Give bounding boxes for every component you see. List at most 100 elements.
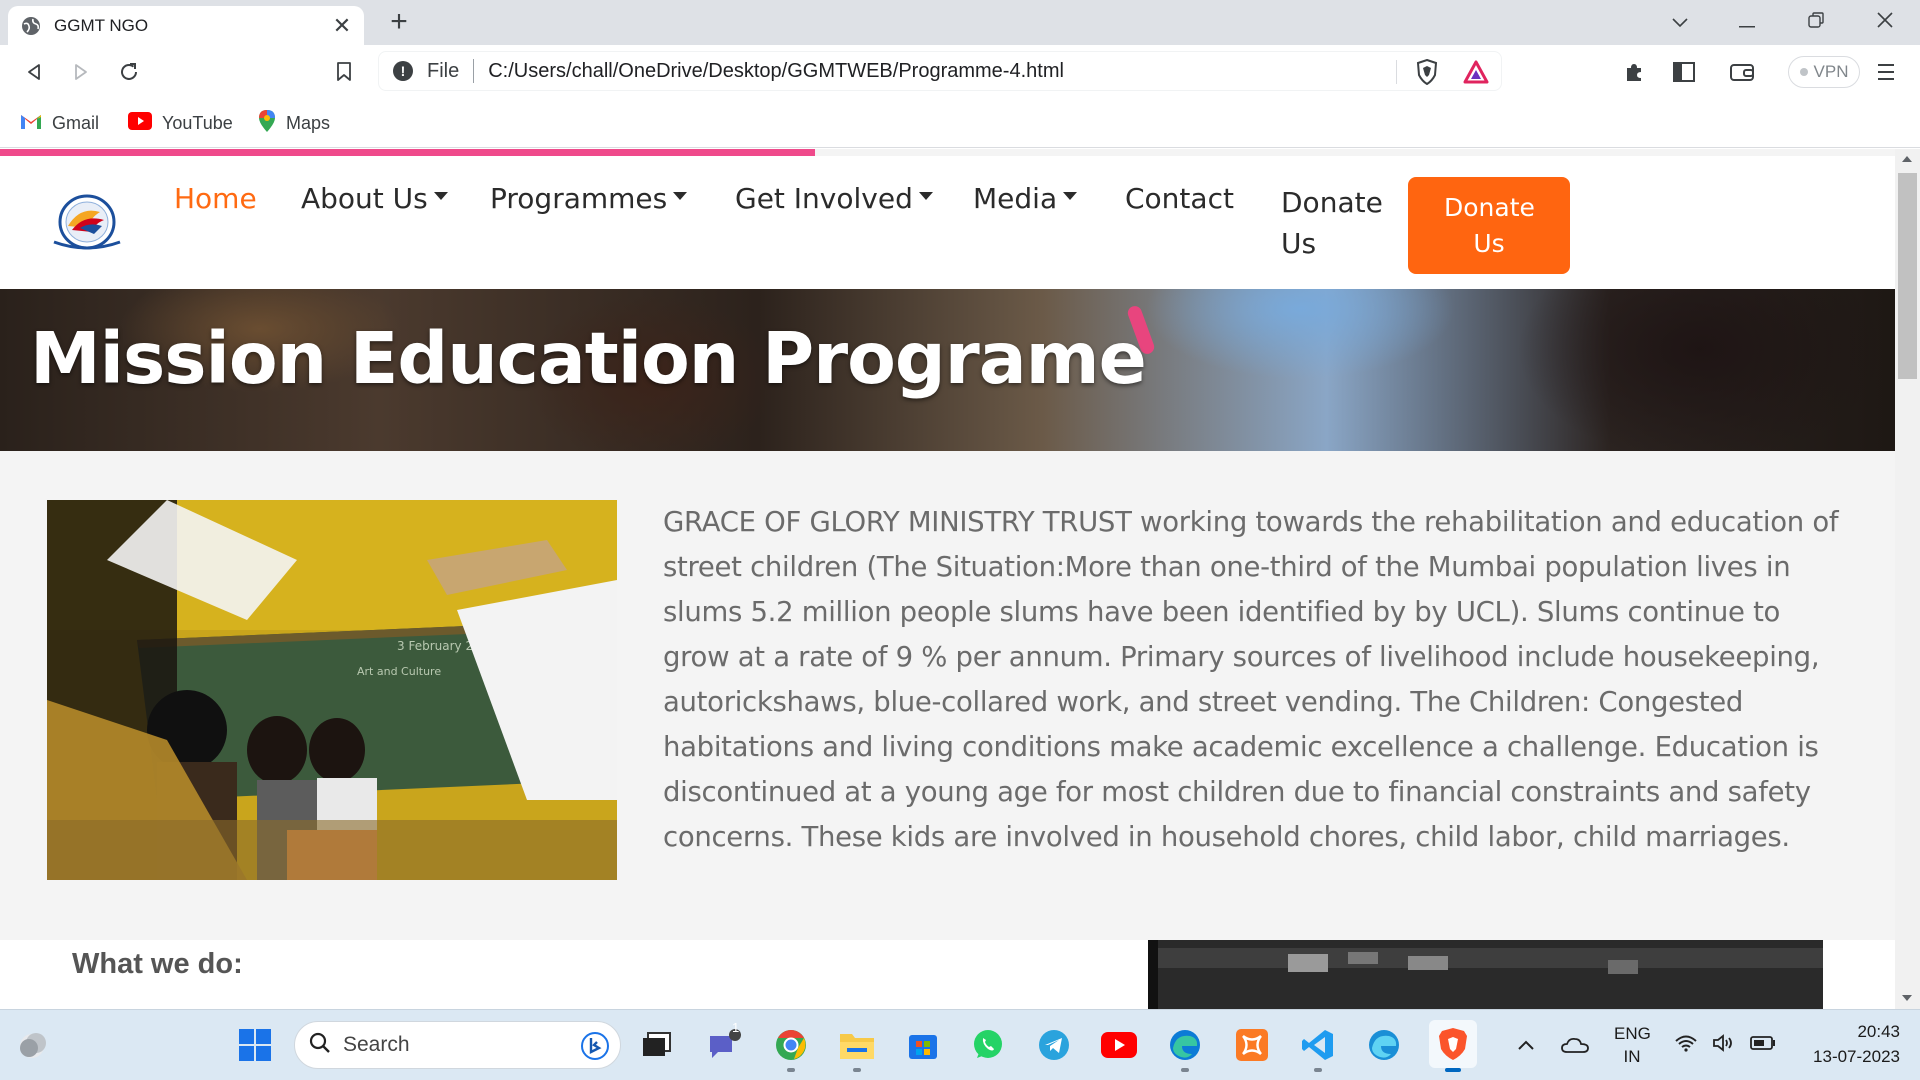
new-tab-button[interactable]: + — [384, 7, 414, 38]
omnibox-divider — [1396, 60, 1397, 84]
browser-tab-bar: GGMT NGO ✕ + — [0, 0, 1920, 45]
nav-media-label: Media — [973, 182, 1058, 215]
nav-programmes-label: Programmes — [490, 182, 668, 215]
task-view-icon[interactable] — [636, 1024, 678, 1066]
bing-chat-icon[interactable] — [580, 1031, 610, 1066]
scroll-progress-bar — [0, 149, 815, 156]
web-page: Home About Us Programmes Get Involved Me… — [0, 149, 1895, 1009]
nav-donate-link[interactable]: Donate Us — [1281, 182, 1391, 264]
back-icon[interactable] — [20, 58, 48, 86]
vpn-status-dot — [1799, 68, 1808, 76]
wallet-icon[interactable] — [1728, 58, 1756, 86]
menu-icon[interactable] — [1872, 58, 1900, 86]
chat-badge-count: 1 — [732, 1020, 740, 1035]
tab-search-chevron-icon[interactable] — [1660, 8, 1700, 36]
brave-shields-icon[interactable] — [1415, 58, 1439, 90]
what-we-do-section: What we do: — [0, 940, 1895, 1009]
site-logo[interactable] — [50, 192, 124, 255]
url-scheme: File — [427, 59, 460, 82]
caret-down-icon — [1063, 192, 1078, 200]
running-indicator — [1181, 1068, 1189, 1072]
system-tray-status[interactable] — [1670, 1024, 1780, 1066]
restore-window-icon[interactable] — [1796, 8, 1836, 36]
gmail-icon — [20, 112, 42, 135]
taskbar-search-label: Search — [343, 1033, 410, 1056]
extensions-icon[interactable] — [1620, 58, 1648, 86]
language-code: ENG — [1614, 1024, 1651, 1043]
scrollbar-thumb[interactable] — [1898, 173, 1917, 379]
running-indicator — [787, 1068, 795, 1072]
browser-tab[interactable]: GGMT NGO ✕ — [8, 6, 364, 45]
svg-text:Art and Culture: Art and Culture — [357, 665, 441, 678]
bookmark-maps[interactable]: Maps — [258, 109, 330, 137]
edge-icon[interactable] — [1164, 1024, 1206, 1066]
edge-dev-icon[interactable] — [1363, 1024, 1405, 1066]
caret-down-icon — [673, 192, 688, 200]
caret-down-icon — [918, 192, 933, 200]
start-button-icon[interactable] — [234, 1024, 276, 1066]
bookmark-label: Gmail — [52, 112, 100, 133]
teams-chat-icon[interactable]: 1 — [703, 1020, 745, 1066]
windows-taskbar: Search 1 ENG IN 20:43 13-07-2023 — [0, 1009, 1920, 1080]
volume-icon — [1712, 1033, 1736, 1057]
maps-icon — [258, 109, 276, 138]
section-heading: What we do: — [72, 948, 243, 980]
brave-browser-icon[interactable] — [1429, 1020, 1477, 1068]
whatsapp-icon[interactable] — [967, 1024, 1009, 1066]
what-we-do-photo — [1148, 940, 1823, 1009]
wifi-icon — [1674, 1034, 1698, 1057]
language-indicator[interactable]: ENG IN — [1614, 1024, 1651, 1067]
running-indicator — [1314, 1068, 1322, 1072]
page-title: Mission Education Programe — [30, 317, 1147, 400]
vpn-button[interactable]: VPN — [1788, 56, 1860, 88]
close-window-icon[interactable] — [1865, 8, 1905, 36]
vscode-icon[interactable] — [1297, 1024, 1339, 1066]
onedrive-icon[interactable] — [1554, 1024, 1596, 1066]
bookmarks-bar: Gmail YouTube Maps — [0, 99, 1920, 148]
page-scrollbar[interactable] — [1895, 149, 1920, 1009]
file-explorer-icon[interactable] — [836, 1024, 878, 1066]
nav-home-link[interactable]: Home — [174, 182, 257, 215]
bookmark-label: YouTube — [162, 112, 233, 133]
bookmark-label: Maps — [286, 112, 331, 133]
donate-button[interactable]: Donate Us — [1408, 177, 1570, 274]
url-text[interactable]: C:/Users/chall/OneDrive/Desktop/GGMTWEB/… — [488, 60, 1064, 83]
donate-button-label: Donate Us — [1444, 192, 1535, 258]
microsoft-store-icon[interactable] — [902, 1024, 944, 1066]
nav-get-involved-label: Get Involved — [735, 182, 913, 215]
chrome-icon[interactable] — [770, 1024, 812, 1066]
taskbar-search-box[interactable]: Search — [294, 1021, 621, 1069]
address-bar[interactable]: ! File C:/Users/chall/OneDrive/Desktop/G… — [378, 51, 1502, 91]
close-tab-icon[interactable]: ✕ — [330, 13, 354, 39]
programme-description: GRACE OF GLORY MINISTRY TRUST working to… — [663, 506, 1839, 853]
globe-icon — [20, 15, 42, 37]
hero-banner: Mission Education Programe — [0, 289, 1895, 451]
brave-rewards-icon[interactable] — [1463, 60, 1489, 89]
xampp-icon[interactable] — [1231, 1024, 1273, 1066]
browser-toolbar: ! File C:/Users/chall/OneDrive/Desktop/G… — [0, 45, 1920, 99]
nav-get-involved-dropdown[interactable]: Get Involved — [735, 182, 933, 215]
show-hidden-icons-chevron[interactable] — [1505, 1024, 1547, 1066]
bookmark-gmail[interactable]: Gmail — [20, 109, 99, 137]
reload-icon[interactable] — [115, 58, 143, 86]
minimize-window-icon[interactable] — [1727, 8, 1767, 36]
bookmark-youtube[interactable]: YouTube — [128, 109, 233, 137]
weather-widget-icon[interactable] — [12, 1024, 54, 1066]
telegram-icon[interactable] — [1033, 1024, 1075, 1066]
scroll-up-arrow-icon[interactable] — [1902, 156, 1912, 162]
nav-about-dropdown[interactable]: About Us — [301, 182, 448, 215]
site-info-icon[interactable]: ! — [393, 61, 413, 81]
bookmark-icon[interactable] — [330, 58, 358, 86]
youtube-icon — [128, 111, 152, 135]
forward-icon[interactable] — [67, 58, 95, 86]
region-code: IN — [1623, 1047, 1641, 1066]
tab-title: GGMT NGO — [54, 15, 149, 35]
sidebar-toggle-icon[interactable] — [1670, 58, 1698, 86]
scroll-down-arrow-icon[interactable] — [1902, 995, 1912, 1001]
nav-contact-link[interactable]: Contact — [1125, 182, 1234, 215]
clock[interactable]: 20:43 13-07-2023 — [1790, 1022, 1900, 1067]
search-icon — [309, 1032, 331, 1059]
nav-programmes-dropdown[interactable]: Programmes — [490, 182, 688, 215]
youtube-app-icon[interactable] — [1098, 1024, 1140, 1066]
nav-media-dropdown[interactable]: Media — [973, 182, 1078, 215]
